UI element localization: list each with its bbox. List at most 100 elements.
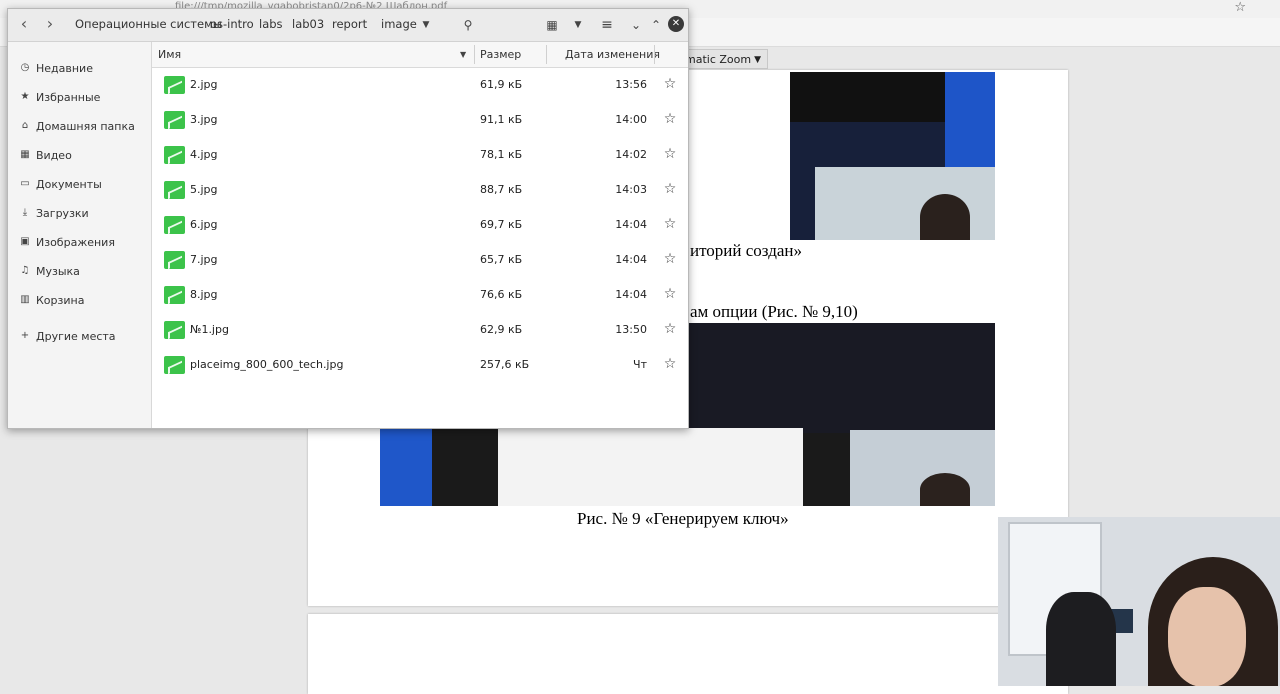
sidebar-item-home[interactable]: ⌂ Домашняя папка <box>8 116 151 138</box>
breadcrumb-item[interactable]: report <box>332 17 367 31</box>
column-header-bar: Имя ▼ Размер Дата изменения <box>152 42 688 68</box>
file-row[interactable]: 6.jpg 69,7 кБ 14:04 ☆ <box>152 208 688 243</box>
column-header-modified[interactable]: Дата изменения <box>565 42 660 67</box>
sidebar-item-trash[interactable]: ▥ Корзина <box>8 290 151 312</box>
sidebar-item-videos[interactable]: ▦ Видео <box>8 145 151 167</box>
sidebar-item-starred[interactable]: ★ Избранные <box>8 87 151 109</box>
minimize-icon[interactable]: ⌄ <box>626 15 646 35</box>
star-outline-icon[interactable]: ☆ <box>662 356 678 372</box>
file-size: 78,1 кБ <box>480 148 523 161</box>
file-row[interactable]: 4.jpg 78,1 кБ 14:02 ☆ <box>152 138 688 173</box>
sidebar-item-label: Избранные <box>36 91 101 104</box>
bookmark-star-icon[interactable]: ☆ <box>1234 0 1246 15</box>
webcam-person-face <box>1168 587 1246 686</box>
sidebar-item-recent[interactable]: ◷ Недавние <box>8 58 151 80</box>
maximize-icon[interactable]: ⌃ <box>646 15 666 35</box>
star-outline-icon[interactable]: ☆ <box>662 321 678 337</box>
file-name: 6.jpg <box>190 218 218 231</box>
column-header-name[interactable]: Имя <box>158 42 181 67</box>
file-modified: 14:03 <box>615 183 647 196</box>
file-size: 62,9 кБ <box>480 323 523 336</box>
file-row[interactable]: 2.jpg 61,9 кБ 13:56 ☆ <box>152 68 688 103</box>
breadcrumb-item[interactable]: labs <box>259 17 283 31</box>
sidebar-item-label: Недавние <box>36 62 93 75</box>
file-name: 3.jpg <box>190 113 218 126</box>
back-icon[interactable]: ‹ <box>14 15 34 35</box>
column-header-size[interactable]: Размер <box>480 42 521 67</box>
breadcrumb-item[interactable]: Операционные системы <box>75 17 222 31</box>
image-file-icon <box>164 321 185 339</box>
image-file-icon <box>164 181 185 199</box>
file-name: 8.jpg <box>190 288 218 301</box>
figure-caption: Рис. № 9 «Генерируем ключ» <box>577 509 789 528</box>
image-file-icon <box>164 251 185 269</box>
search-icon[interactable]: ⚲ <box>458 15 478 35</box>
plus-icon: + <box>20 330 30 341</box>
file-row[interactable]: 3.jpg 91,1 кБ 14:00 ☆ <box>152 103 688 138</box>
file-modified: 14:04 <box>615 218 647 231</box>
star-outline-icon[interactable]: ☆ <box>662 111 678 127</box>
menu-icon[interactable]: ≡ <box>597 15 617 35</box>
file-row[interactable]: placeimg_800_600_tech.jpg 257,6 кБ Чт ☆ <box>152 348 688 383</box>
trash-icon: ▥ <box>20 294 30 305</box>
file-name: placeimg_800_600_tech.jpg <box>190 358 344 371</box>
grid-view-icon[interactable]: ▦ <box>542 15 562 35</box>
sort-descending-icon[interactable]: ▼ <box>460 42 466 67</box>
forward-icon[interactable]: › <box>40 15 60 35</box>
figure-blue-panel <box>945 72 995 167</box>
view-options-chevron-icon[interactable]: ▼ <box>568 15 588 35</box>
home-icon: ⌂ <box>21 120 29 131</box>
breadcrumb-item[interactable]: lab03 <box>292 17 324 31</box>
image-file-icon <box>164 216 185 234</box>
image-file-icon <box>164 286 185 304</box>
figure-person <box>920 473 970 506</box>
sidebar-item-other-locations[interactable]: + Другие места <box>8 326 151 348</box>
close-icon[interactable]: ✕ <box>668 16 684 32</box>
figure-person <box>920 194 970 240</box>
figure-document-area <box>498 428 803 506</box>
webcam-overlay <box>998 517 1280 686</box>
sidebar-item-downloads[interactable]: ⤓ Загрузки <box>8 203 151 225</box>
music-icon: ♫ <box>20 265 30 276</box>
breadcrumb-item[interactable]: os-intro <box>210 17 254 31</box>
sidebar: ◷ Недавние ★ Избранные ⌂ Домашняя папка … <box>8 42 152 428</box>
star-outline-icon[interactable]: ☆ <box>662 146 678 162</box>
sidebar-item-pictures[interactable]: ▣ Изображения <box>8 232 151 254</box>
star-outline-icon[interactable]: ☆ <box>662 286 678 302</box>
zoom-select[interactable]: matic Zoom ▼ <box>680 49 768 69</box>
column-divider[interactable] <box>474 45 475 64</box>
figure-screenshot-upper <box>790 72 995 240</box>
file-modified: Чт <box>633 358 647 371</box>
file-modified: 14:04 <box>615 288 647 301</box>
sidebar-item-music[interactable]: ♫ Музыка <box>8 261 151 283</box>
file-row[interactable]: 5.jpg 88,7 кБ 14:03 ☆ <box>152 173 688 208</box>
image-file-icon <box>164 356 185 374</box>
file-modified: 14:02 <box>615 148 647 161</box>
file-row[interactable]: 8.jpg 76,6 кБ 14:04 ☆ <box>152 278 688 313</box>
file-modified: 14:00 <box>615 113 647 126</box>
file-size: 61,9 кБ <box>480 78 523 91</box>
webcam-person-back <box>1046 592 1116 686</box>
file-row[interactable]: №1.jpg 62,9 кБ 13:50 ☆ <box>152 313 688 348</box>
breadcrumb-dropdown-icon[interactable]: ▼ <box>416 15 436 35</box>
sidebar-item-label: Документы <box>36 178 102 191</box>
file-manager-window: ‹ › Операционные системы os-intro labs l… <box>7 8 689 429</box>
file-modified: 14:04 <box>615 253 647 266</box>
file-name: 5.jpg <box>190 183 218 196</box>
star-outline-icon[interactable]: ☆ <box>662 251 678 267</box>
column-divider[interactable] <box>546 45 547 64</box>
sidebar-item-label: Другие места <box>36 330 116 343</box>
star-outline-icon[interactable]: ☆ <box>662 76 678 92</box>
document-icon: ▭ <box>20 178 30 189</box>
sidebar-item-documents[interactable]: ▭ Документы <box>8 174 151 196</box>
file-manager-header: ‹ › Операционные системы os-intro labs l… <box>8 9 688 42</box>
clock-icon: ◷ <box>20 62 30 73</box>
pdf-page-next <box>308 614 1068 694</box>
file-row[interactable]: 7.jpg 65,7 кБ 14:04 ☆ <box>152 243 688 278</box>
column-divider[interactable] <box>654 45 655 64</box>
star-outline-icon[interactable]: ☆ <box>662 181 678 197</box>
star-outline-icon[interactable]: ☆ <box>662 216 678 232</box>
sidebar-item-label: Музыка <box>36 265 80 278</box>
breadcrumb-item-current[interactable]: image <box>381 17 417 31</box>
file-size: 76,6 кБ <box>480 288 523 301</box>
